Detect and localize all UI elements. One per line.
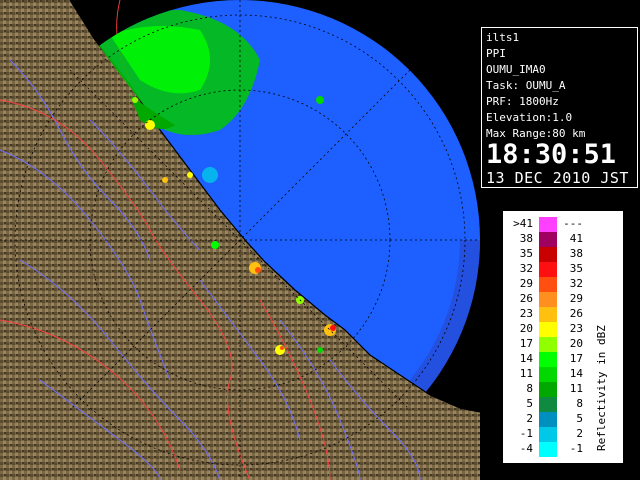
radar-ppi-map[interactable] xyxy=(0,0,480,480)
observation-time: 18:30:51 xyxy=(486,139,617,170)
legend-low-label: 11 xyxy=(519,367,533,380)
site-name: OUMU_IMA0 xyxy=(486,63,546,76)
legend-high-label: 8 xyxy=(576,397,583,410)
legend-low-label: 17 xyxy=(519,337,533,350)
legend-high-label: -1 xyxy=(569,442,583,455)
legend-high-label: 5 xyxy=(576,412,583,425)
legend-low-label: -4 xyxy=(519,442,533,455)
legend-low-label: >41 xyxy=(513,217,533,230)
legend-low-label: 8 xyxy=(526,382,533,395)
legend-low-label: 2 xyxy=(526,412,533,425)
legend-low-label: -1 xyxy=(519,427,533,440)
observation-date: 13 DEC 2010 JST xyxy=(486,169,629,187)
legend-low-label: 23 xyxy=(519,307,533,320)
legend-low-label: 14 xyxy=(519,352,533,365)
legend-low-label: 32 xyxy=(519,262,533,275)
legend-high-label: 2 xyxy=(576,427,583,440)
reflectivity-legend: >41 --- 38 41 35 38 32 35 29 32 26 29 23 26 20 23 17 20 14… xyxy=(502,210,624,464)
legend-high-label: 17 xyxy=(569,352,583,365)
task-name: Task: OUMU_A xyxy=(486,79,566,92)
legend-low-label: 35 xyxy=(519,247,533,260)
legend-title: Reflectivity in dBZ xyxy=(595,325,608,451)
legend-low-label: 38 xyxy=(519,232,533,245)
radar-display: ilts1 PPI OUMU_IMA0 Task: OUMU_A PRF: 18… xyxy=(0,0,640,480)
prf-value: PRF: 1800Hz xyxy=(486,95,559,108)
legend-high-label: --- xyxy=(563,217,583,230)
legend-high-label: 23 xyxy=(569,322,583,335)
legend-high-label: 11 xyxy=(569,382,583,395)
legend-high-label: 26 xyxy=(569,307,583,320)
legend-high-label: 32 xyxy=(569,277,583,290)
legend-low-label: 29 xyxy=(519,277,533,290)
legend-high-label: 41 xyxy=(569,232,583,245)
product-type: PPI xyxy=(486,47,506,60)
legend-low-label: 20 xyxy=(519,322,533,335)
legend-high-label: 38 xyxy=(569,247,583,260)
legend-high-label: 14 xyxy=(569,367,583,380)
station-name: ilts1 xyxy=(486,31,520,44)
legend-high-label: 20 xyxy=(569,337,583,350)
legend-low-label: 5 xyxy=(526,397,533,410)
legend-low-label: 26 xyxy=(519,292,533,305)
info-panel: ilts1 PPI OUMU_IMA0 Task: OUMU_A PRF: 18… xyxy=(481,27,638,188)
elevation-value: Elevation:1.0 xyxy=(486,111,573,124)
legend-high-label: 29 xyxy=(569,292,583,305)
legend-high-label: 35 xyxy=(569,262,583,275)
